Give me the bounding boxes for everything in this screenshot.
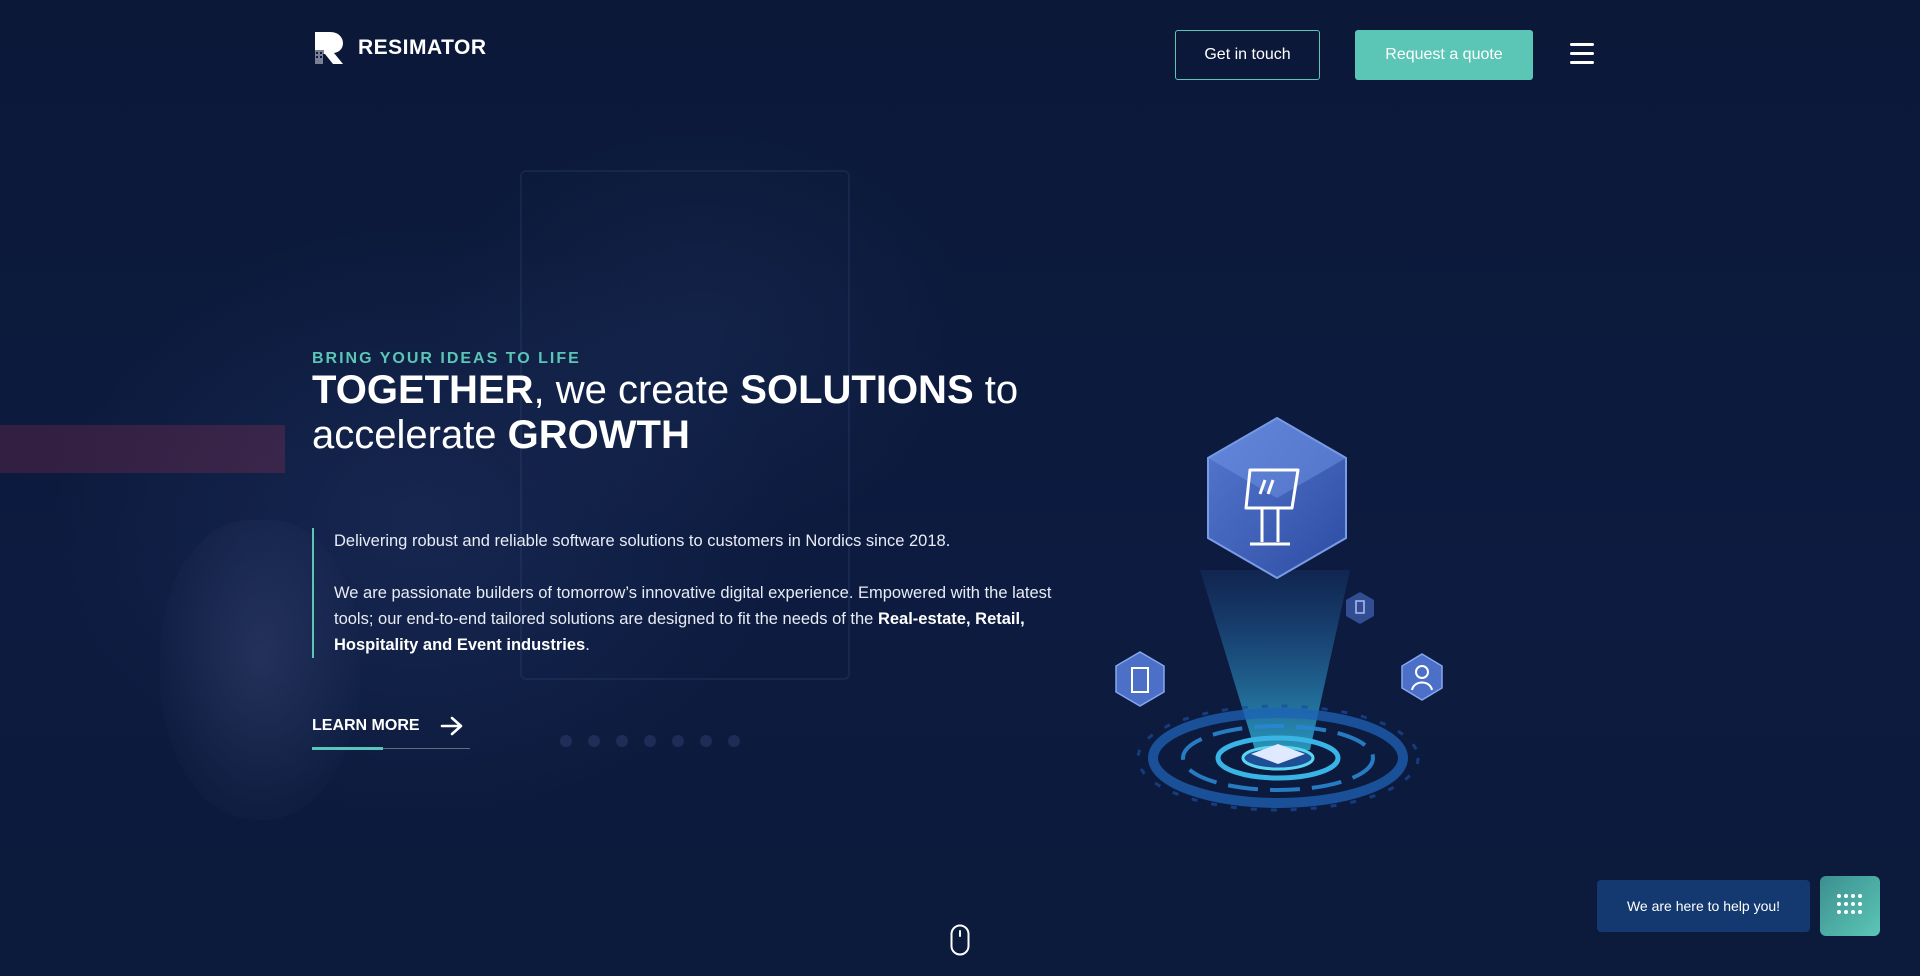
learn-more-link[interactable]: LEARN MORE: [312, 716, 470, 750]
headline-word-growth: GROWTH: [507, 413, 690, 457]
chat-help-bubble[interactable]: We are here to help you!: [1597, 880, 1810, 932]
logo-mark-icon: [315, 32, 343, 64]
kiosk-hologram-illustration: [1115, 416, 1443, 812]
learn-more-accent-bar: [312, 747, 383, 750]
background-dot-row: [560, 735, 740, 747]
background-image: [0, 0, 1920, 976]
chat-launcher-button[interactable]: [1820, 876, 1880, 936]
hero-eyebrow: BRING YOUR IDEAS TO LIFE: [312, 350, 581, 367]
paragraph-2-end: .: [585, 636, 590, 654]
description-paragraph-2: We are passionate builders of tomorrow’s…: [334, 580, 1052, 658]
mouse-scroll-icon[interactable]: [950, 924, 970, 956]
arrow-right-icon: [440, 716, 462, 736]
hamburger-icon[interactable]: [1570, 43, 1594, 65]
description-paragraph-1: Delivering robust and reliable software …: [334, 532, 951, 550]
background-red-strip: [0, 425, 285, 473]
hero-headline: TOGETHER, we create SOLUTIONS to acceler…: [312, 368, 1072, 458]
headline-text-3: accelerate: [312, 413, 508, 457]
brand-name: RESIMATOR: [358, 36, 487, 59]
learn-more-label: LEARN MORE: [312, 717, 420, 734]
headline-text-2: to: [973, 368, 1019, 412]
headline-text-1: , we create: [533, 368, 741, 412]
headline-word-solutions: SOLUTIONS: [740, 368, 974, 412]
brand-logo[interactable]: RESIMATOR: [312, 30, 487, 66]
headline-word-together: TOGETHER: [312, 368, 534, 412]
light-beam: [1200, 570, 1350, 750]
dial-grid-icon: [1837, 894, 1862, 914]
request-quote-button[interactable]: Request a quote: [1355, 30, 1533, 80]
get-in-touch-button[interactable]: Get in touch: [1175, 30, 1320, 80]
hero-description: Delivering robust and reliable software …: [312, 528, 1052, 658]
